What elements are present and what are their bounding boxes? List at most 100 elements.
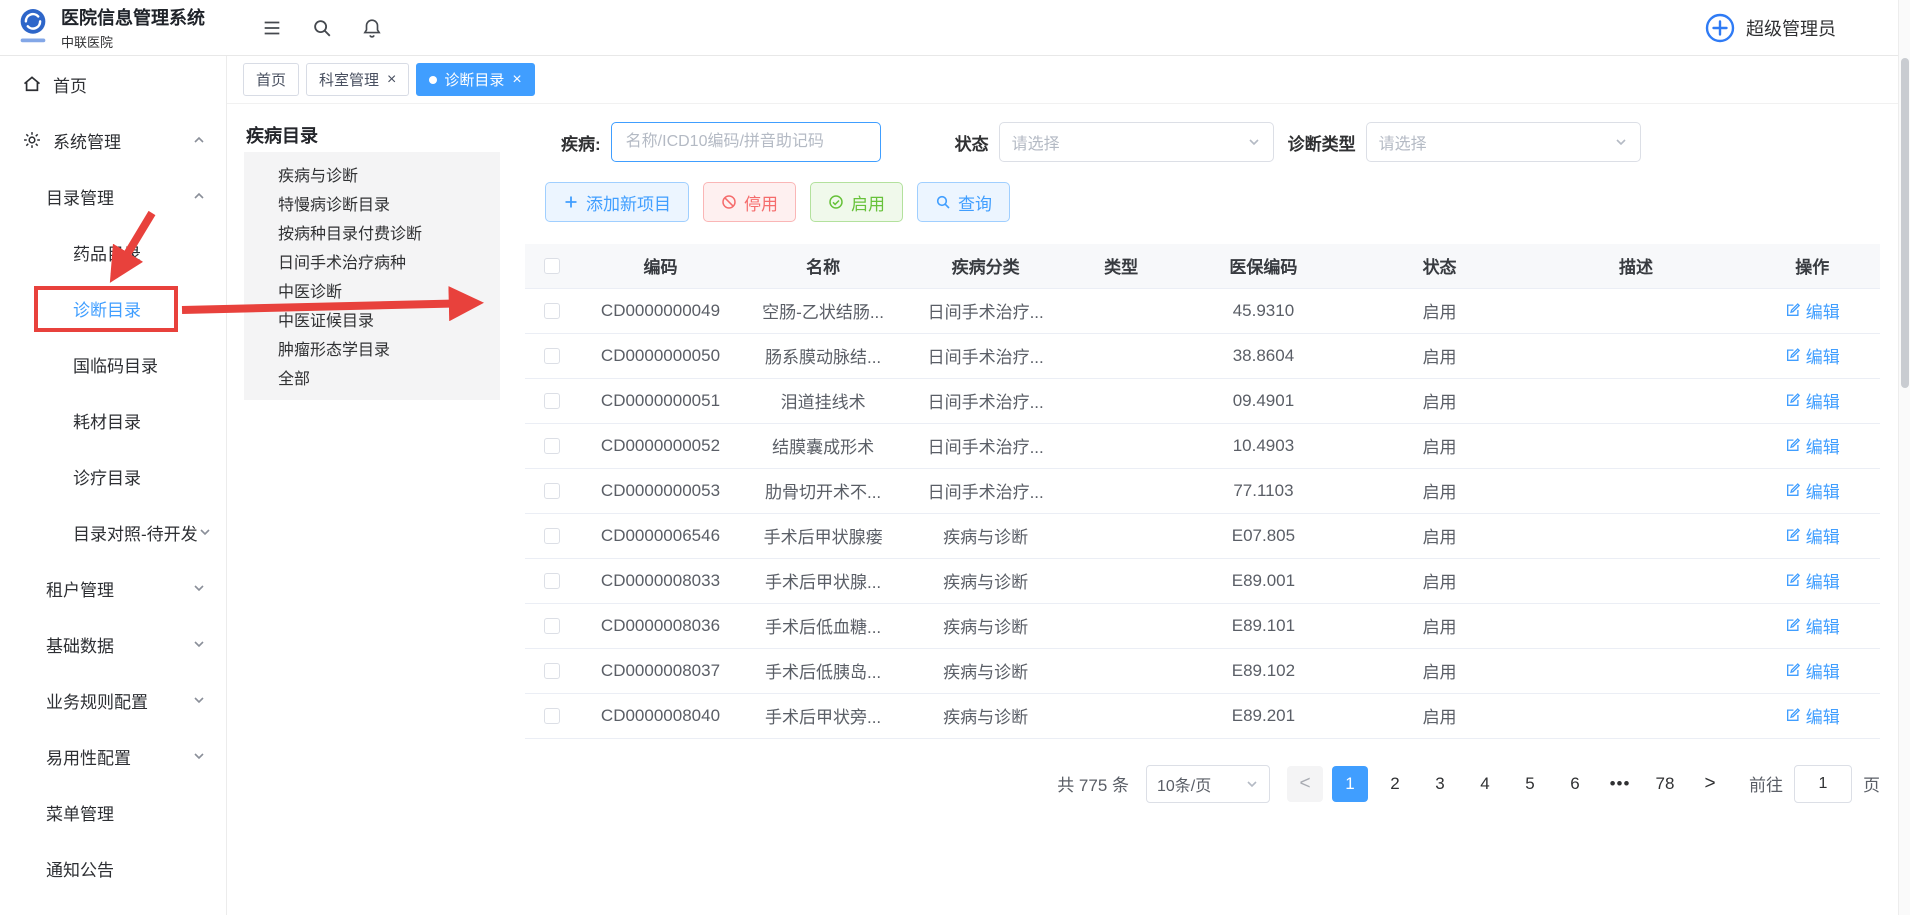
row-checkbox[interactable] xyxy=(544,393,560,409)
edit-button[interactable]: 编辑 xyxy=(1785,478,1840,503)
sidebar-item-system-management[interactable]: 系统管理 xyxy=(0,112,226,168)
catalog-item-day-surgery-disease[interactable]: 日间手术治疗病种 xyxy=(244,246,500,275)
sidebar-item-treatment-catalog[interactable]: 诊疗目录 xyxy=(0,448,226,504)
row-checkbox[interactable] xyxy=(544,708,560,724)
sidebar-item-business-rules-config[interactable]: 业务规则配置 xyxy=(0,672,226,728)
cell-code: CD0000000051 xyxy=(579,378,742,423)
catalog-item-per-disease-payment-diagnosis[interactable]: 按病种目录付费诊断 xyxy=(244,217,500,246)
disease-filter-label: 疾病: xyxy=(561,130,601,155)
catalog-item-tcm-diagnosis[interactable]: 中医诊断 xyxy=(244,275,500,304)
cell-code: CD0000006546 xyxy=(579,513,742,558)
cell-type xyxy=(1067,648,1175,693)
row-checkbox[interactable] xyxy=(544,438,560,454)
sidebar-item-home[interactable]: 首页 xyxy=(0,56,226,112)
disease-filter-group: 疾病: xyxy=(561,122,881,162)
edit-button[interactable]: 编辑 xyxy=(1785,703,1840,728)
row-checkbox[interactable] xyxy=(544,663,560,679)
edit-button[interactable]: 编辑 xyxy=(1785,433,1840,458)
cell-insurance-code: 09.4901 xyxy=(1175,378,1351,423)
pagination: 共 775 条 10条/页 < 123456•••78 > 前往 页 xyxy=(525,765,1880,803)
row-checkbox[interactable] xyxy=(544,528,560,544)
page-button-78[interactable]: 78 xyxy=(1647,766,1683,802)
edit-button[interactable]: 编辑 xyxy=(1785,298,1840,323)
catalog-item-tcm-syndrome-catalog[interactable]: 中医证候目录 xyxy=(244,304,500,333)
page-button-5[interactable]: 5 xyxy=(1512,766,1548,802)
row-checkbox[interactable] xyxy=(544,303,560,319)
page-size-select[interactable]: 10条/页 xyxy=(1146,765,1270,803)
edit-button[interactable]: 编辑 xyxy=(1785,388,1840,413)
plus-icon xyxy=(563,194,579,210)
goto-page-input[interactable] xyxy=(1794,765,1852,803)
sidebar-item-national-code-catalog[interactable]: 国临码目录 xyxy=(0,336,226,392)
ban-icon xyxy=(721,194,737,210)
pagination-more-icon[interactable]: ••• xyxy=(1602,766,1638,802)
page-button-6[interactable]: 6 xyxy=(1557,766,1593,802)
topbar-tools xyxy=(227,17,383,39)
tab-home[interactable]: 首页 xyxy=(243,63,299,96)
enable-label: 启用 xyxy=(851,190,885,215)
row-checkbox[interactable] xyxy=(544,573,560,589)
chevron-down-icon xyxy=(192,637,206,651)
gear-icon xyxy=(22,130,42,150)
sidebar-item-catalog-mapping[interactable]: 目录对照-待开发 xyxy=(0,504,226,560)
page-button-2[interactable]: 2 xyxy=(1377,766,1413,802)
sidebar-item-catalog-management[interactable]: 目录管理 xyxy=(0,168,226,224)
search-icon[interactable] xyxy=(311,17,333,39)
prev-page-button[interactable]: < xyxy=(1287,766,1323,802)
edit-button[interactable]: 编辑 xyxy=(1785,613,1840,638)
sidebar-item-tenant-management[interactable]: 租户管理 xyxy=(0,560,226,616)
catalog-item-special-chronic-diagnosis[interactable]: 特慢病诊断目录 xyxy=(244,188,500,217)
select-all-checkbox[interactable] xyxy=(544,258,560,274)
sidebar-item-drug-catalog[interactable]: 药品目录 xyxy=(0,224,226,280)
edit-button[interactable]: 编辑 xyxy=(1785,343,1840,368)
query-button[interactable]: 查询 xyxy=(917,182,1010,222)
tab-department-management[interactable]: 科室管理× xyxy=(306,63,409,96)
sidebar-item-consumable-catalog[interactable]: 耗材目录 xyxy=(0,392,226,448)
row-checkbox[interactable] xyxy=(544,618,560,634)
cell-type xyxy=(1067,513,1175,558)
page-button-3[interactable]: 3 xyxy=(1422,766,1458,802)
search-icon xyxy=(935,194,951,210)
sidebar-item-basic-data[interactable]: 基础数据 xyxy=(0,616,226,672)
user-menu[interactable]: 超级管理员 xyxy=(1704,12,1836,44)
page-scrollbar[interactable] xyxy=(1898,0,1910,915)
table-row: CD0000006546手术后甲状腺瘘疾病与诊断E07.805启用编辑 xyxy=(525,513,1880,558)
sidebar-item-notice[interactable]: 通知公告 xyxy=(0,840,226,896)
close-icon[interactable]: × xyxy=(387,72,396,88)
row-checkbox[interactable] xyxy=(544,348,560,364)
edit-button[interactable]: 编辑 xyxy=(1785,523,1840,548)
bell-icon[interactable] xyxy=(361,17,383,39)
diagnosis-type-select[interactable]: 请选择 xyxy=(1366,122,1641,162)
column-header: 名称 xyxy=(742,244,905,288)
row-checkbox[interactable] xyxy=(544,483,560,499)
catalog-item-all[interactable]: 全部 xyxy=(244,362,500,391)
sidebar-item-diagnosis-catalog[interactable]: 诊断目录 xyxy=(0,280,226,336)
diagnosis-type-filter-label: 诊断类型 xyxy=(1288,130,1356,155)
enable-button[interactable]: 启用 xyxy=(810,182,903,222)
add-item-button[interactable]: 添加新项目 xyxy=(545,182,689,222)
cell-category: 疾病与诊断 xyxy=(904,603,1067,648)
edit-button[interactable]: 编辑 xyxy=(1785,658,1840,683)
status-select[interactable]: 请选择 xyxy=(999,122,1274,162)
table-row: CD0000008033手术后甲状腺...疾病与诊断E89.001启用编辑 xyxy=(525,558,1880,603)
cell-description xyxy=(1528,558,1745,603)
page-button-1[interactable]: 1 xyxy=(1332,766,1368,802)
disease-search-input[interactable] xyxy=(611,122,881,162)
sidebar-item-usability-config[interactable]: 易用性配置 xyxy=(0,728,226,784)
edit-button[interactable]: 编辑 xyxy=(1785,568,1840,593)
scrollbar-thumb[interactable] xyxy=(1901,58,1909,388)
catalog-item-disease-and-diagnosis[interactable]: 疾病与诊断 xyxy=(244,159,500,188)
cell-description xyxy=(1528,378,1745,423)
collapse-menu-icon[interactable] xyxy=(261,17,283,39)
cell-type xyxy=(1067,468,1175,513)
next-page-button[interactable]: > xyxy=(1692,766,1728,802)
catalog-item-tumor-morphology-catalog[interactable]: 肿瘤形态学目录 xyxy=(244,333,500,362)
cell-code: CD0000008040 xyxy=(579,693,742,738)
disable-button[interactable]: 停用 xyxy=(703,182,796,222)
tab-label: 首页 xyxy=(256,69,286,90)
close-icon[interactable]: × xyxy=(512,72,521,88)
tab-diagnosis-catalog[interactable]: 诊断目录× xyxy=(416,63,534,96)
page-button-4[interactable]: 4 xyxy=(1467,766,1503,802)
hospital-admin-app: 医院信息管理系统 中联医院 超级管理员 首页系统管理目录管理药品目录诊断目录国临… xyxy=(0,0,1910,915)
sidebar-item-menu-management[interactable]: 菜单管理 xyxy=(0,784,226,840)
